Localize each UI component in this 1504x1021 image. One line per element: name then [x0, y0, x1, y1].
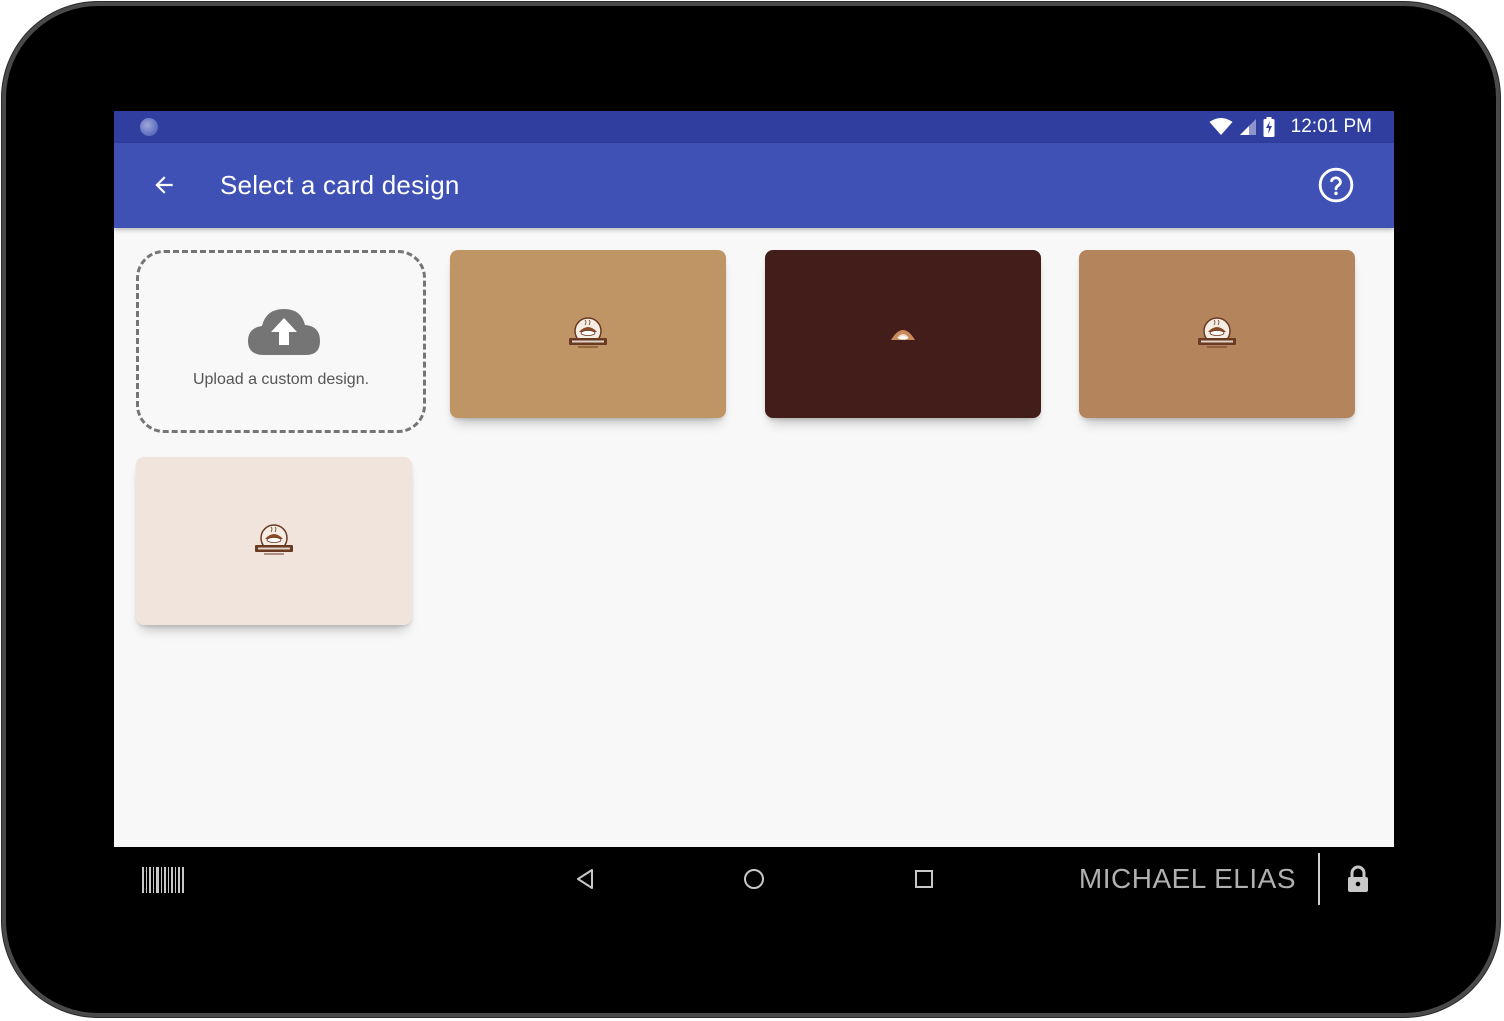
nav-divider	[1318, 853, 1320, 905]
coffee-house-logo-icon	[569, 317, 607, 348]
nav-back-button[interactable]	[571, 865, 599, 893]
battery-charging-icon	[1263, 117, 1275, 137]
card-design-1[interactable]	[450, 250, 726, 418]
help-circle-icon	[1318, 167, 1354, 203]
notification-dot-icon	[140, 118, 158, 136]
navigation-bar: MICHAEL ELIAS	[114, 847, 1394, 911]
upload-label: Upload a custom design.	[192, 371, 370, 388]
card-design-2[interactable]	[765, 250, 1041, 418]
back-button[interactable]	[144, 165, 184, 205]
circle-home-icon	[744, 869, 764, 889]
coffee-house-logo-icon	[891, 330, 915, 340]
cell-signal-icon	[1239, 119, 1256, 135]
status-icons: 12:01 PM	[1209, 111, 1372, 143]
page-title: Select a card design	[220, 170, 460, 200]
cloud-upload-icon	[248, 309, 320, 355]
wifi-icon	[1209, 118, 1233, 135]
triangle-back-icon	[577, 869, 593, 889]
screen: 12:01 PM Select a card design Upload a c…	[114, 111, 1394, 847]
status-bar: 12:01 PM	[114, 111, 1394, 143]
lock-icon[interactable]	[1346, 865, 1370, 893]
nav-home-button[interactable]	[740, 865, 768, 893]
user-name: MICHAEL ELIAS	[1078, 863, 1296, 894]
nav-recents-button[interactable]	[910, 865, 938, 893]
square-recents-icon	[915, 870, 933, 888]
status-time: 12:01 PM	[1290, 116, 1372, 137]
barcode-scanner-icon[interactable]	[142, 867, 184, 893]
coffee-house-logo-icon	[255, 524, 293, 555]
help-button[interactable]	[1316, 165, 1356, 205]
card-design-3[interactable]	[1079, 250, 1355, 418]
arrow-back-icon	[155, 176, 173, 194]
card-design-4[interactable]	[136, 457, 412, 625]
app-bar: Select a card design	[114, 143, 1394, 228]
upload-custom-design-button[interactable]: Upload a custom design.	[136, 250, 426, 433]
coffee-house-logo-icon	[1198, 317, 1236, 348]
